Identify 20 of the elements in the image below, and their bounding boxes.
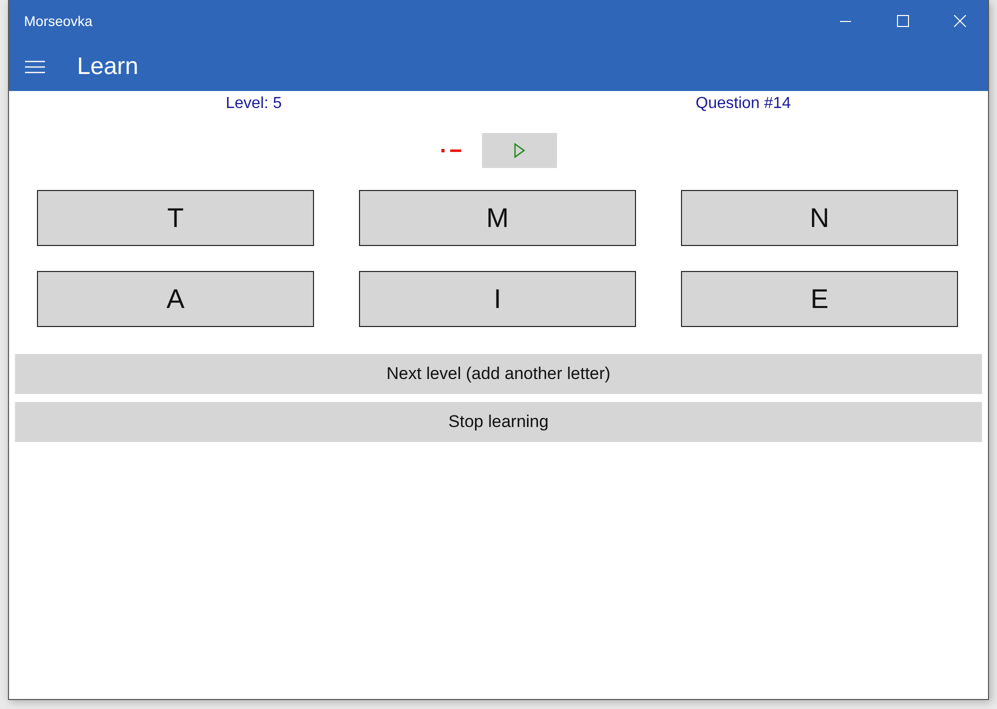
morse-code: ·− bbox=[440, 138, 464, 164]
menu-icon bbox=[24, 60, 46, 74]
play-icon bbox=[514, 143, 526, 158]
action-button[interactable]: Stop learning bbox=[15, 402, 982, 442]
window-title: Morseovka bbox=[24, 13, 94, 29]
answer-button[interactable]: N bbox=[681, 190, 958, 246]
menu-button[interactable] bbox=[24, 60, 46, 74]
answer-button[interactable]: T bbox=[37, 190, 314, 246]
answer-button[interactable]: I bbox=[359, 271, 636, 327]
answer-button[interactable]: A bbox=[37, 271, 314, 327]
page-title: Learn bbox=[77, 52, 138, 80]
level-label: Level: 5 bbox=[226, 95, 282, 114]
question-label: Question #14 bbox=[696, 95, 791, 114]
action-button[interactable]: Next level (add another letter) bbox=[15, 354, 982, 394]
close-icon bbox=[954, 15, 966, 27]
answer-button[interactable]: M bbox=[359, 190, 636, 246]
maximize-icon bbox=[896, 15, 908, 27]
minimize-icon bbox=[840, 20, 851, 22]
play-button[interactable] bbox=[482, 133, 558, 168]
answer-button[interactable]: E bbox=[681, 271, 958, 327]
